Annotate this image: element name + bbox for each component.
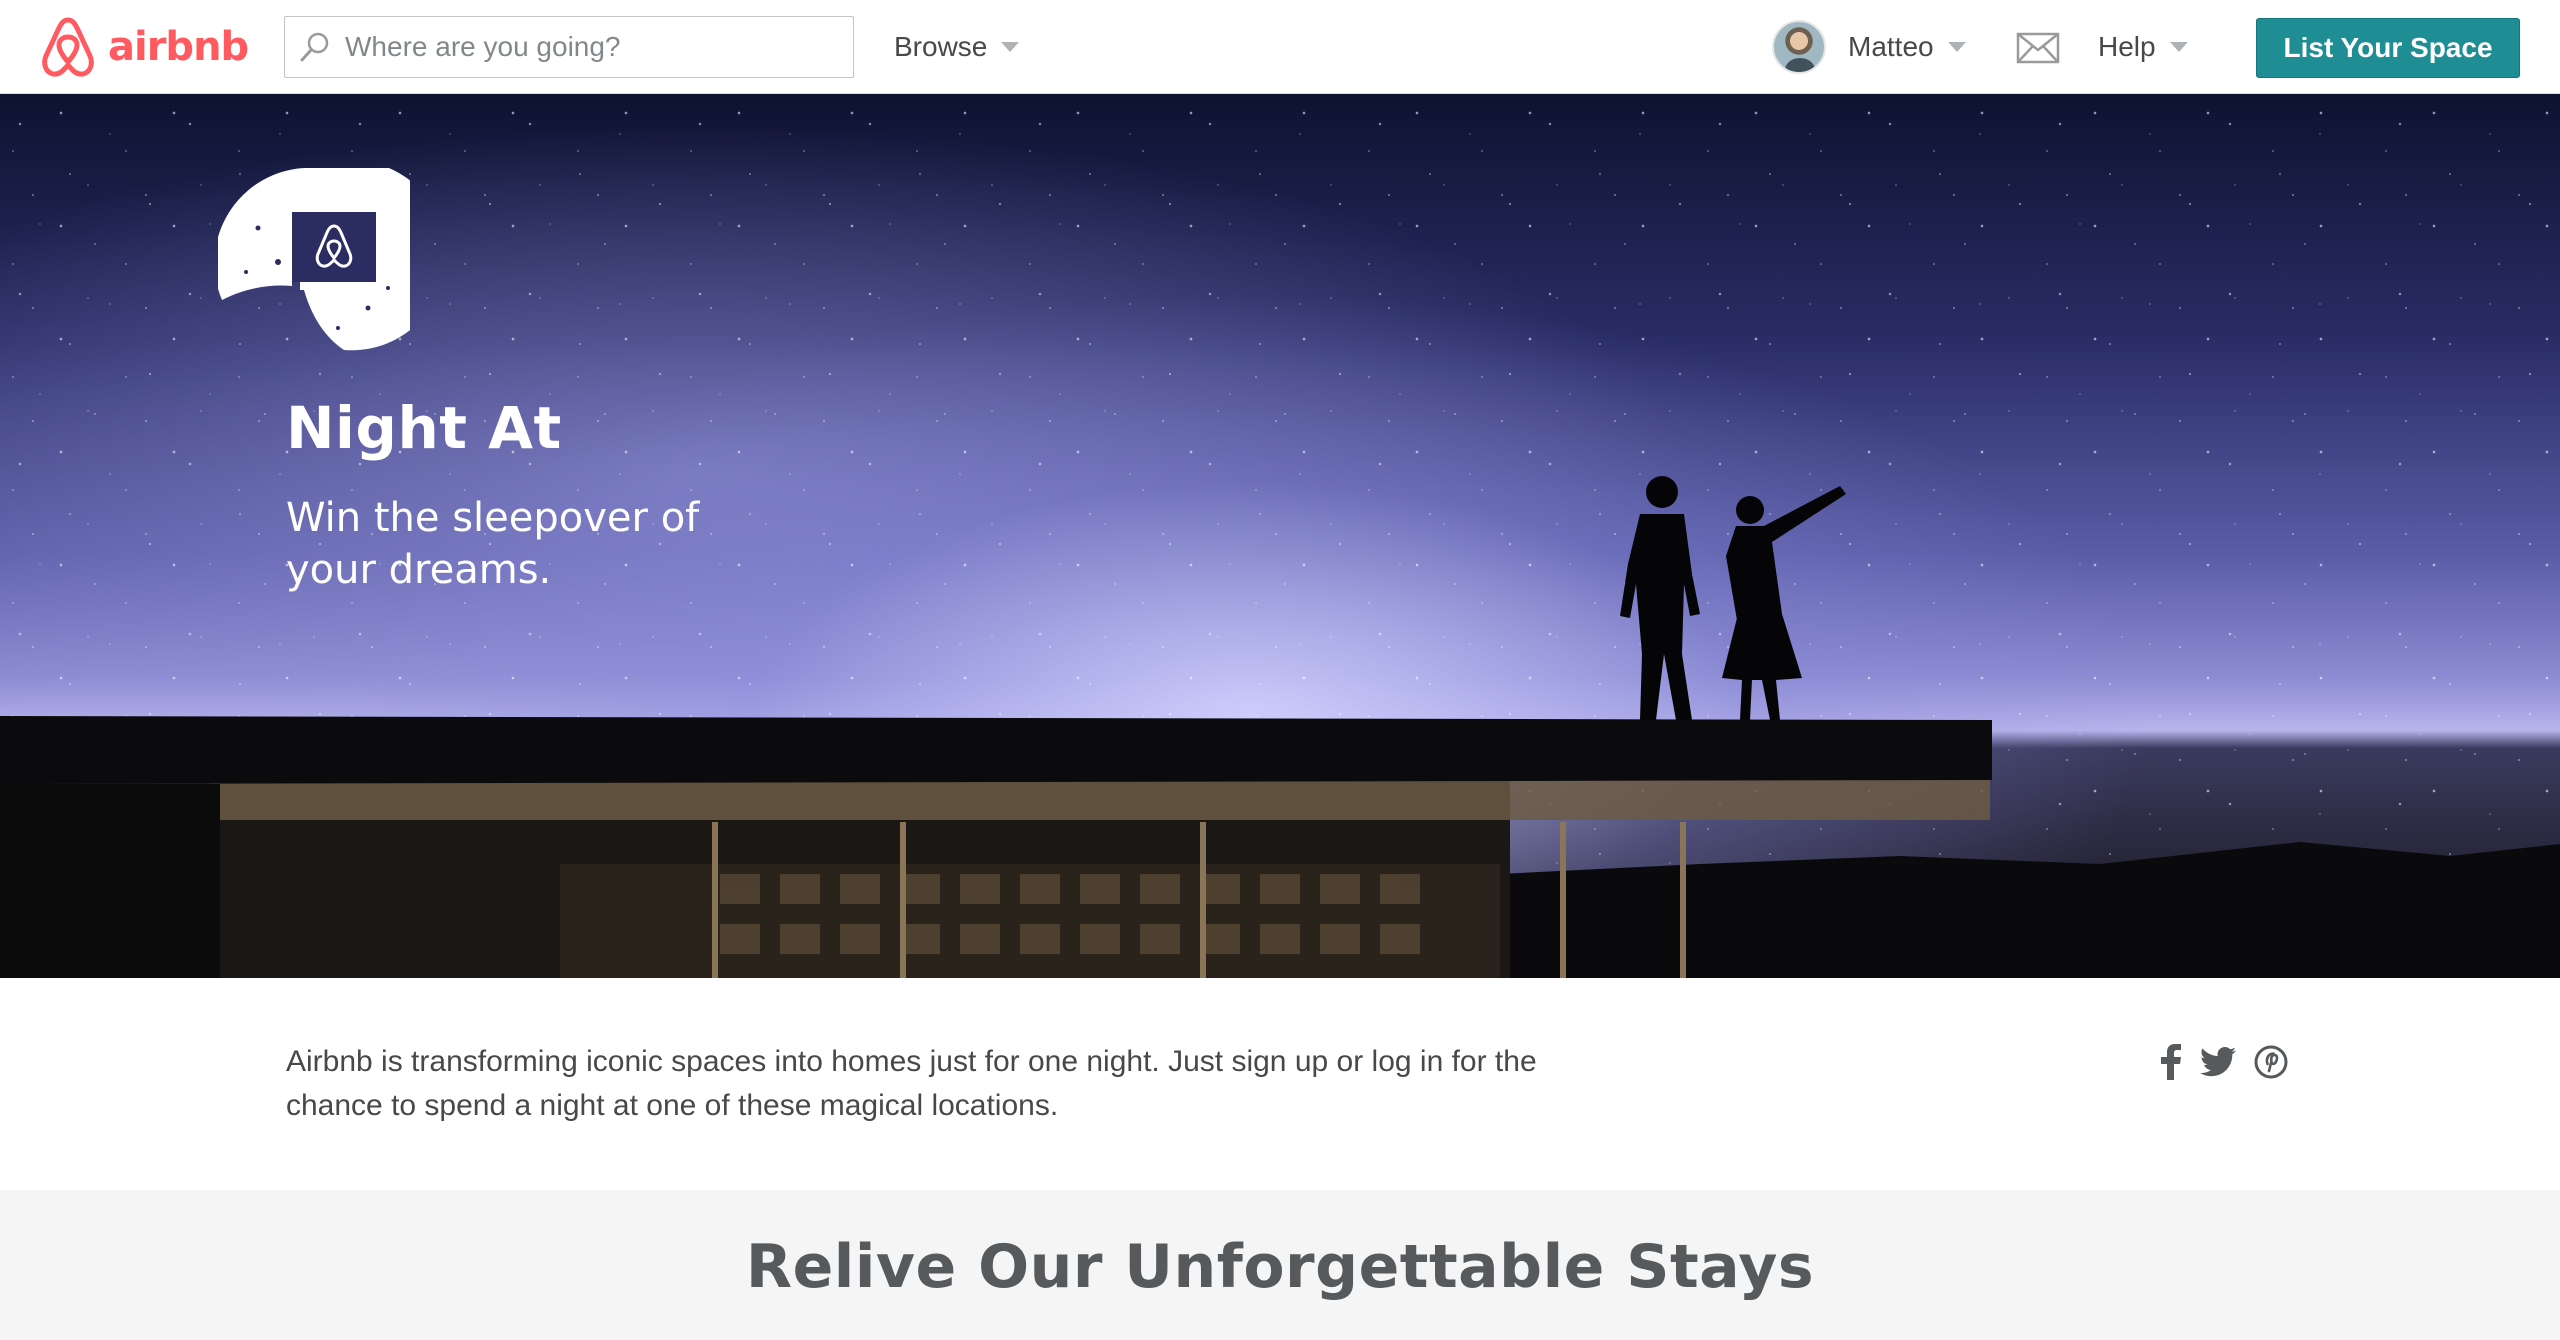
stays-section: Relive Our Unforgettable Stays: [0, 1190, 2560, 1340]
pinterest-icon[interactable]: [2254, 1045, 2288, 1084]
twitter-icon[interactable]: [2200, 1047, 2236, 1082]
hero-banner: Night At Win the sleepover of your dream…: [0, 94, 2560, 978]
help-label: Help: [2098, 31, 2156, 62]
facebook-icon[interactable]: [2160, 1044, 2182, 1085]
airbnb-belo-icon: [214, 160, 447, 358]
airbnb-logo[interactable]: airbnb: [38, 14, 249, 80]
search-input[interactable]: [345, 19, 835, 75]
chevron-down-icon: [1001, 42, 1020, 52]
help-menu[interactable]: Help: [2098, 0, 2188, 94]
chevron-down-icon: [2169, 42, 2188, 52]
mail-icon[interactable]: [2016, 32, 2060, 64]
search-box[interactable]: [284, 16, 854, 78]
top-navigation-bar: airbnb Browse Matteo Help List Your Spac…: [0, 0, 2560, 94]
logo-wordmark: airbnb: [108, 24, 249, 70]
search-icon: [285, 17, 345, 77]
airbnb-logo-icon: [38, 14, 98, 80]
browse-menu[interactable]: Browse: [894, 0, 1020, 94]
avatar: [1772, 20, 1826, 74]
social-share-links: [2160, 1044, 2288, 1085]
browse-label: Browse: [894, 31, 988, 62]
section-heading: Relive Our Unforgettable Stays: [745, 1232, 1815, 1302]
hero-subtitle: Win the sleepover of your dreams.: [286, 495, 700, 593]
intro-text: Airbnb is transforming iconic spaces int…: [286, 1045, 1537, 1122]
chevron-down-icon: [1947, 42, 1966, 52]
list-your-space-button[interactable]: List Your Space: [2256, 18, 2520, 78]
user-menu[interactable]: Matteo: [1772, 0, 1966, 94]
hero-title: Night At: [286, 394, 562, 462]
user-name: Matteo: [1848, 31, 1934, 62]
